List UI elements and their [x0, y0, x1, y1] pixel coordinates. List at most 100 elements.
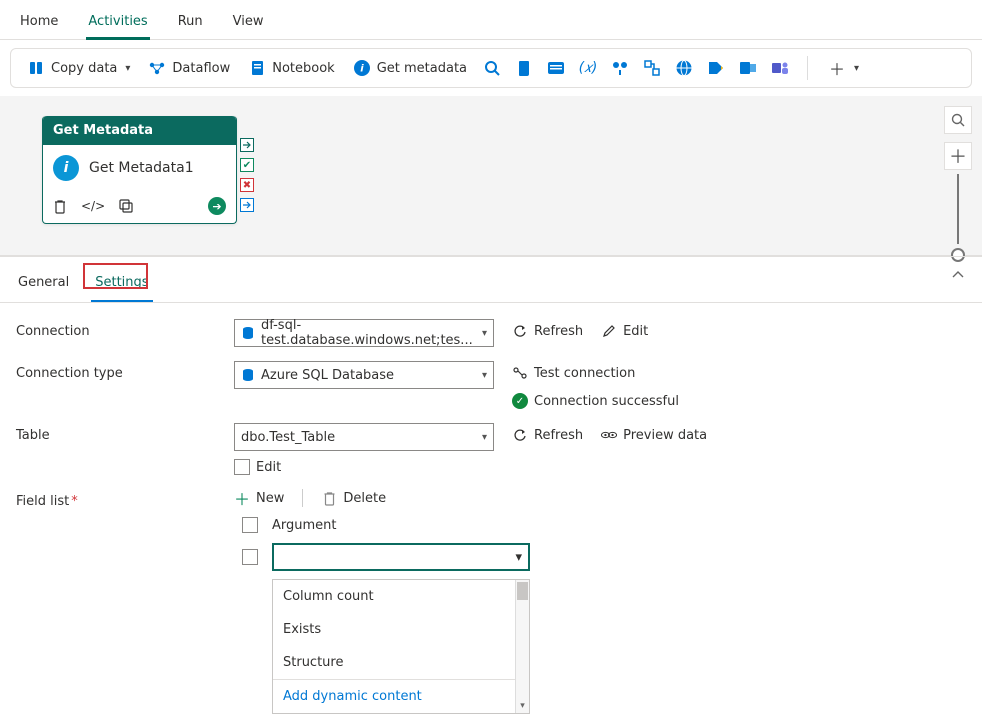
node-ports: ✔ ✖	[240, 138, 254, 212]
teams-icon	[771, 59, 789, 77]
port-default[interactable]	[240, 138, 254, 152]
connection-select[interactable]: df-sql-test.database.windows.net;tes... …	[234, 319, 494, 347]
scrollbar-thumb[interactable]	[517, 582, 528, 600]
outlook-button[interactable]	[735, 55, 761, 81]
variable-button[interactable]: (𝑥)	[575, 55, 601, 81]
add-more-button[interactable]: ＋ ▾	[822, 55, 865, 81]
connection-value: df-sql-test.database.windows.net;tes...	[261, 318, 476, 348]
template-icon	[643, 59, 661, 77]
tag-button[interactable]	[703, 55, 729, 81]
zoom-track	[957, 174, 959, 244]
top-tab-activities[interactable]: Activities	[86, 6, 149, 39]
dropdown-option-column-count[interactable]: Column count	[273, 580, 529, 613]
refresh-table-button[interactable]: Refresh	[512, 427, 583, 443]
connection-success-text: Connection successful	[534, 394, 679, 409]
script-icon	[515, 59, 533, 77]
settings-form: Connection df-sql-test.database.windows.…	[0, 303, 982, 714]
trash-icon	[321, 490, 337, 506]
azuresql-icon	[241, 368, 255, 382]
info-icon: i	[53, 155, 79, 181]
zoom-in-button[interactable]: ＋	[944, 142, 972, 170]
dataflow-button[interactable]: Dataflow	[142, 55, 236, 81]
prop-tab-general[interactable]: General	[16, 267, 71, 302]
toolbar-separator	[807, 56, 808, 80]
copy-data-button[interactable]: Copy data ▾	[21, 55, 136, 81]
plus-icon: ＋	[234, 490, 250, 506]
pencil-icon	[601, 323, 617, 339]
delete-icon[interactable]	[53, 199, 67, 214]
refresh-label: Refresh	[534, 428, 583, 443]
search-button[interactable]	[479, 55, 505, 81]
toolbar: Copy data ▾ Dataflow Notebook i Get meta…	[10, 48, 972, 88]
pipeline-canvas[interactable]: Get Metadata i Get Metadata1 </> ➔	[0, 96, 982, 256]
scrollbar-down-icon[interactable]: ▾	[516, 699, 529, 713]
activity-node-get-metadata[interactable]: Get Metadata i Get Metadata1 </> ➔	[42, 116, 237, 224]
field-list-label-text: Field list	[16, 494, 69, 509]
field-list-label: Field list*	[16, 489, 216, 509]
run-icon[interactable]: ➔	[208, 197, 226, 215]
connection-type-label: Connection type	[16, 361, 216, 381]
prop-tab-settings[interactable]: Settings	[93, 267, 150, 302]
functions-button[interactable]	[607, 55, 633, 81]
test-connection-icon	[512, 365, 528, 381]
table-select[interactable]: dbo.Test_Table ▾	[234, 423, 494, 451]
code-icon[interactable]: </>	[81, 199, 105, 214]
edit-connection-button[interactable]: Edit	[601, 323, 648, 339]
chevron-down-icon: ▾	[482, 328, 487, 339]
collapse-panel-button[interactable]	[950, 267, 966, 283]
node-name: Get Metadata1	[89, 160, 194, 176]
sql-button[interactable]	[543, 55, 569, 81]
row-checkbox[interactable]	[242, 549, 258, 565]
get-metadata-button[interactable]: i Get metadata	[347, 55, 473, 81]
test-connection-button[interactable]: Test connection	[512, 365, 635, 381]
table-value: dbo.Test_Table	[241, 430, 335, 445]
chevron-down-icon: ▾	[482, 370, 487, 381]
port-success[interactable]: ✔	[240, 158, 254, 172]
outlook-icon	[739, 59, 757, 77]
search-icon	[483, 59, 501, 77]
notebook-button[interactable]: Notebook	[242, 55, 340, 81]
dropdown-option-exists[interactable]: Exists	[273, 613, 529, 646]
chevron-down-icon: ▾	[125, 63, 130, 74]
refresh-label: Refresh	[534, 324, 583, 339]
teams-button[interactable]	[767, 55, 793, 81]
template-button[interactable]	[639, 55, 665, 81]
connection-type-select[interactable]: Azure SQL Database ▾	[234, 361, 494, 389]
notebook-icon	[248, 59, 266, 77]
chevron-down-icon: ▾	[854, 63, 859, 74]
delete-field-button[interactable]: Delete	[321, 490, 386, 506]
port-fail[interactable]: ✖	[240, 178, 254, 192]
refresh-connection-button[interactable]: Refresh	[512, 323, 583, 339]
property-tab-bar: General Settings	[0, 256, 982, 303]
plus-icon: ＋	[828, 59, 846, 77]
preview-data-button[interactable]: Preview data	[601, 427, 707, 443]
argument-combobox[interactable]: ▾	[272, 543, 530, 571]
top-tab-view[interactable]: View	[231, 6, 266, 39]
new-field-button[interactable]: ＋ New	[234, 490, 284, 506]
preview-label: Preview data	[623, 428, 707, 443]
node-header[interactable]: Get Metadata	[43, 116, 236, 145]
node-title: Get Metadata	[53, 123, 153, 138]
top-tab-run[interactable]: Run	[176, 6, 205, 39]
connection-type-value: Azure SQL Database	[261, 368, 394, 383]
get-metadata-label: Get metadata	[377, 61, 467, 76]
refresh-icon	[512, 323, 528, 339]
canvas-search-button[interactable]	[944, 106, 972, 134]
copy-data-icon	[27, 59, 45, 77]
port-completion[interactable]	[240, 198, 254, 212]
database-icon	[241, 326, 255, 340]
top-tab-bar: Home Activities Run View	[0, 0, 982, 40]
top-tab-home[interactable]: Home	[18, 6, 60, 39]
script-button[interactable]	[511, 55, 537, 81]
clone-icon[interactable]	[119, 199, 133, 214]
web-button[interactable]	[671, 55, 697, 81]
dropdown-option-structure[interactable]: Structure	[273, 646, 529, 679]
dropdown-add-dynamic-content[interactable]: Add dynamic content	[273, 679, 529, 713]
notebook-label: Notebook	[272, 61, 334, 76]
select-all-checkbox[interactable]	[242, 517, 258, 533]
edit-label: Edit	[623, 324, 648, 339]
dataflow-icon	[148, 59, 166, 77]
dropdown-scrollbar[interactable]: ▾	[515, 580, 529, 713]
table-edit-checkbox[interactable]	[234, 459, 250, 475]
delete-label: Delete	[343, 491, 386, 506]
